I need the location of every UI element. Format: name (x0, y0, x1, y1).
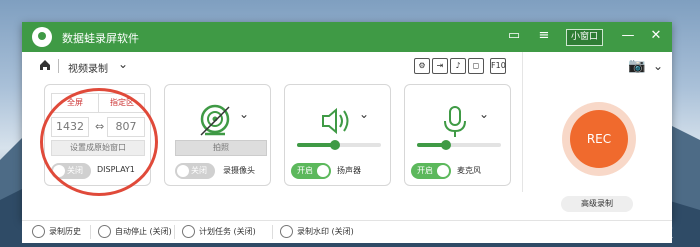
mic-volume-thumb[interactable] (441, 140, 452, 150)
history-label: 录制历史 (49, 227, 81, 236)
camera-toggle[interactable]: 关闭 (175, 163, 215, 179)
toggle-text: 开启 (297, 166, 313, 175)
take-photo-button[interactable]: 拍照 (175, 140, 267, 156)
microphone-icon[interactable] (435, 101, 475, 141)
app-title: 数据蛙录屏软件 (62, 32, 139, 45)
toggle-text: 关闭 (191, 166, 207, 175)
menu-icon[interactable]: ≡ (536, 28, 552, 44)
footer-separator (90, 225, 91, 239)
mouse-icon[interactable]: ◻ (468, 58, 484, 74)
microphone-card: ⌄ 开启 麦克风 (404, 84, 511, 186)
record-button[interactable]: REC (570, 110, 628, 168)
toggle-knob (317, 165, 329, 177)
speaker-card: ⌄ 开启 扬声器 (284, 84, 391, 186)
panel-divider (522, 52, 523, 192)
footer-separator (272, 225, 273, 239)
mode-dropdown-icon[interactable]: ⌄ (118, 57, 128, 71)
speaker-volume-thumb[interactable] (329, 140, 340, 150)
speaker-volume-slider[interactable] (297, 140, 381, 150)
schedule-label: 计划任务 (关闭) (199, 227, 256, 236)
annotation-circle (40, 88, 158, 196)
clock-icon (98, 225, 111, 238)
mic-toggle[interactable]: 开启 (411, 163, 451, 179)
mic-dropdown-icon[interactable]: ⌄ (479, 107, 489, 121)
toggle-knob (437, 165, 449, 177)
toggle-knob (177, 165, 189, 177)
camera-label: 录摄像头 (223, 166, 255, 175)
take-photo-label: 拍照 (213, 143, 229, 152)
page-watermark: @稀土掘金技术社区 (565, 226, 674, 240)
home-icon[interactable] (38, 58, 52, 72)
f10-icon[interactable]: F10 (490, 58, 506, 74)
history-item[interactable]: 录制历史 (32, 225, 81, 239)
calendar-icon (182, 225, 195, 238)
auto-stop-item[interactable]: 自动停止 (关闭) (98, 225, 172, 239)
speaker-toggle[interactable]: 开启 (291, 163, 331, 179)
watermark-item[interactable]: 录制水印 (关闭) (280, 225, 354, 239)
close-icon[interactable]: ✕ (648, 28, 664, 44)
watermark-icon (280, 225, 293, 238)
minimize-icon[interactable]: — (620, 28, 636, 44)
webcam-icon[interactable] (195, 101, 235, 141)
schedule-item[interactable]: 计划任务 (关闭) (182, 225, 256, 239)
toggle-text: 开启 (417, 166, 433, 175)
advanced-record-button[interactable]: 高级录制 (561, 196, 633, 212)
toolbar-separator (58, 59, 59, 73)
speaker-label: 扬声器 (337, 166, 361, 175)
audio-icon[interactable]: ♪ (450, 58, 466, 74)
export-icon[interactable]: ⇥ (432, 58, 448, 74)
mode-label[interactable]: 视频录制 (68, 60, 108, 75)
toolbar: 视频录制 ⌄ ⚙ ⇥ ♪ ◻ F10 (22, 52, 512, 80)
auto-stop-label: 自动停止 (关闭) (115, 227, 172, 236)
footer-separator (174, 225, 175, 239)
settings-icon[interactable]: ⚙ (414, 58, 430, 74)
mic-volume-slider[interactable] (417, 140, 501, 150)
app-logo-icon (32, 27, 52, 47)
speaker-dropdown-icon[interactable]: ⌄ (359, 107, 369, 121)
camera-card: ⌄ 拍照 关闭 录摄像头 (164, 84, 271, 186)
camera-dropdown-icon[interactable]: ⌄ (650, 58, 666, 74)
mic-label: 麦克风 (457, 166, 481, 175)
speaker-icon[interactable] (315, 101, 355, 141)
camera-dropdown-icon[interactable]: ⌄ (239, 107, 249, 121)
chat-icon[interactable]: ▭ (506, 28, 522, 44)
watermark-label: 录制水印 (关闭) (297, 227, 354, 236)
list-icon (32, 225, 45, 238)
camera-snapshot-icon[interactable]: 📷 (628, 58, 645, 74)
mini-window-button[interactable]: 小窗口 (566, 29, 604, 46)
title-bar: 数据蛙录屏软件 ▭ ≡ 小窗口 — ✕ (22, 22, 672, 52)
